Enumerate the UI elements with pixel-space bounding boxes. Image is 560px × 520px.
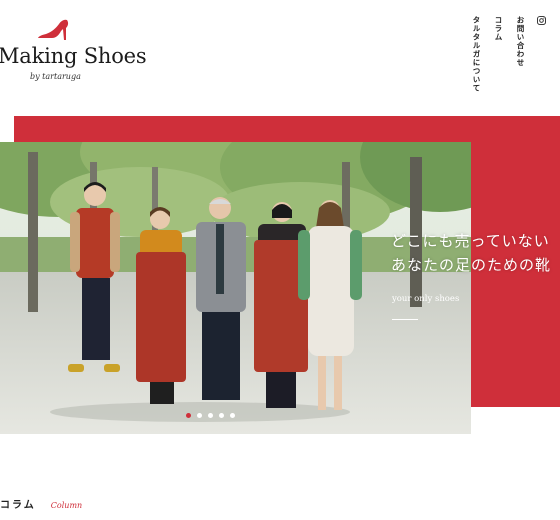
- main-nav: お問い合わせ コラム タルタルガについて: [471, 16, 546, 93]
- slider-dots: [186, 413, 235, 418]
- catch-line-2: あなたの足のための靴: [391, 256, 552, 274]
- slider-dot[interactable]: [208, 413, 213, 418]
- slider-dot[interactable]: [230, 413, 235, 418]
- hero-image: [0, 142, 471, 434]
- site-logo[interactable]: Making Shoes by tartaruga: [0, 18, 147, 88]
- column-section-heading: コラム Column: [0, 493, 82, 512]
- instagram-icon[interactable]: [537, 16, 546, 25]
- section-title-ja: コラム: [0, 500, 36, 511]
- nav-item-about[interactable]: タルタルガについて: [471, 16, 482, 93]
- nav-item-column[interactable]: コラム: [493, 16, 504, 93]
- hero-catch-copy: どこにも売っていない あなたの足のための靴: [391, 229, 551, 277]
- brand-subtitle: by tartaruga: [30, 72, 81, 81]
- slider-dot[interactable]: [186, 413, 191, 418]
- catch-line-1: どこにも売っていない: [391, 232, 550, 250]
- slider-dot[interactable]: [219, 413, 224, 418]
- hero-catch-sub: your only shoes: [392, 294, 460, 304]
- nav-item-contact[interactable]: お問い合わせ: [515, 16, 526, 93]
- catch-divider: [392, 319, 418, 320]
- high-heel-icon: [38, 19, 69, 40]
- brand-title: Making Shoes: [0, 44, 147, 68]
- section-title-en: Column: [50, 501, 83, 510]
- slider-dot[interactable]: [197, 413, 202, 418]
